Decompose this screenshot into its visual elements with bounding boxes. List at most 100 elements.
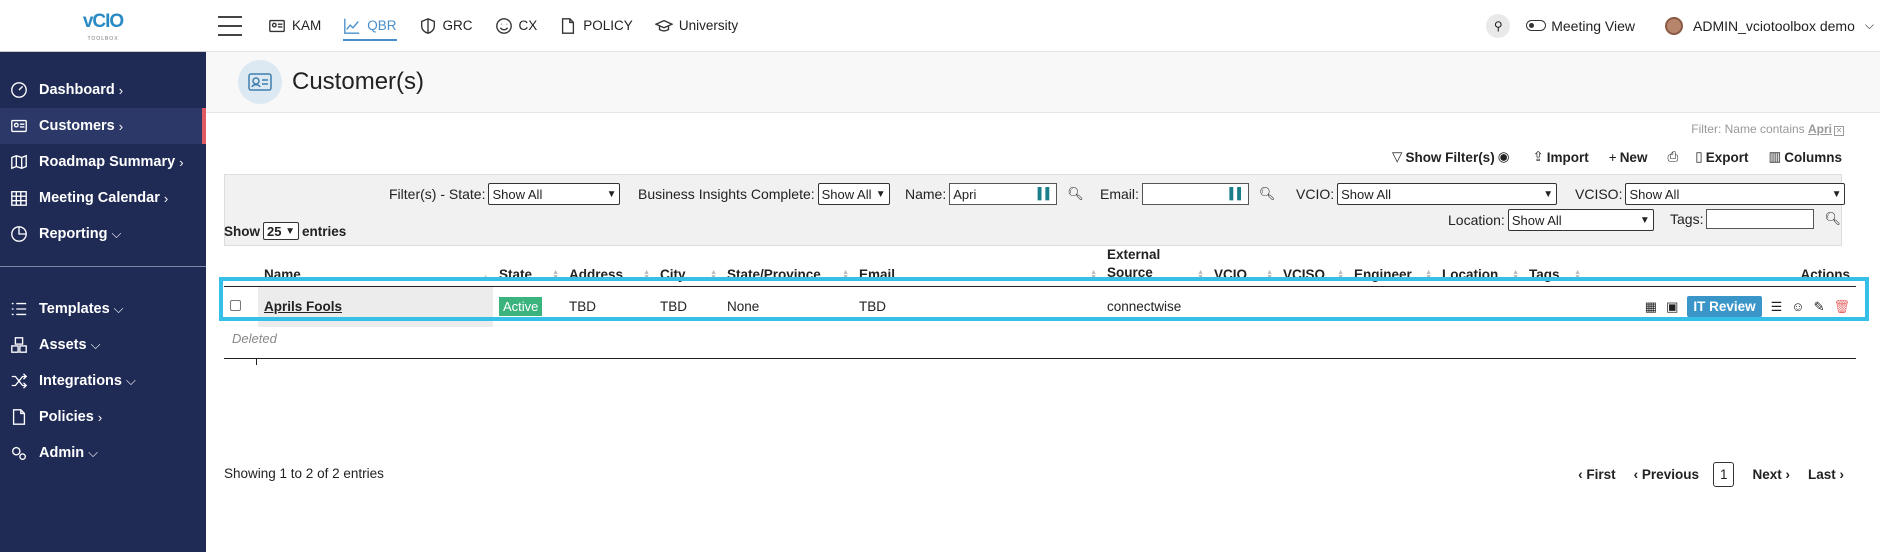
trash-icon[interactable]: 🗑︎ (1833, 299, 1850, 315)
current-page[interactable]: 1 (1712, 462, 1735, 487)
sidebar-item-admin[interactable]: Admin ⌵ (0, 435, 206, 471)
document-icon (562, 17, 575, 34)
search-icon[interactable]: 🔍︎ (1824, 211, 1841, 227)
state-cell: Active (493, 287, 563, 327)
sidebar-item-roadmap-summary[interactable]: Roadmap Summary › (0, 144, 206, 180)
name-input[interactable]: Apri ▌▌ (949, 183, 1058, 205)
user-menu[interactable]: ADMIN_vciotoolbox demo (1693, 18, 1855, 34)
first-page-button[interactable]: ‹ First (1578, 467, 1616, 482)
chevron-down-icon: ⌵ (125, 373, 136, 388)
column-header-actions: Actions (1585, 246, 1856, 287)
top-nav: KAM QBR GRC CX POLICY University (268, 0, 760, 52)
column-header-state-province[interactable]: State/Province ▲ ▼ (721, 246, 853, 287)
last-page-button[interactable]: Last › (1808, 467, 1844, 482)
main-content: Customer(s) Filter: Name contains Apri ✕ … (206, 52, 1880, 552)
calendar-icon[interactable]: ▦ (1645, 299, 1657, 315)
column-header-address[interactable]: Address ▲ ▼ (563, 246, 654, 287)
vcio-filter: VCIO: Show All ▼ (1296, 183, 1558, 205)
logo[interactable]: vCIO TOOLBOX (73, 6, 133, 46)
bi-select[interactable]: Show All ▼ (817, 183, 890, 205)
new-button[interactable]: + New (1609, 150, 1648, 165)
meeting-view-toggle[interactable]: Meeting View (1526, 18, 1635, 34)
top-nav-university[interactable]: University (654, 0, 738, 52)
entries-show-label: Show (224, 223, 260, 239)
printer-icon: ⎙ (1667, 149, 1679, 164)
sort-icon: ▲ ▼ (552, 269, 559, 281)
sidebar-item-customers[interactable]: Customers › (0, 108, 206, 144)
customer-name-link[interactable]: Aprils Fools (258, 286, 493, 327)
top-nav-grc[interactable]: GRC (419, 0, 473, 52)
column-header-email[interactable]: Email ▲ ▼ (853, 246, 1101, 287)
hamburger-menu-icon[interactable] (218, 15, 242, 36)
columns-icon: ▥ (1768, 149, 1782, 164)
column-header-vciso[interactable]: VCISO ▲ ▼ (1277, 246, 1348, 287)
column-header-name[interactable]: Name ▲ (258, 246, 493, 287)
top-nav-policy[interactable]: POLICY (559, 0, 633, 52)
column-header-engineer[interactable]: Engineer ▲ ▼ (1348, 246, 1436, 287)
email-filter: Email: ▌▌ 🔍︎ (1100, 183, 1275, 205)
vcio-select[interactable]: Show All ▼ (1337, 183, 1558, 205)
document-icon (9, 407, 29, 427)
graduation-cap-icon (654, 19, 673, 32)
sidebar-item-reporting[interactable]: Reporting ⌵ (0, 216, 206, 252)
search-icon[interactable]: 🔍︎ (1067, 186, 1084, 202)
column-header-label: State (499, 267, 533, 282)
column-header-location[interactable]: Location ▲ ▼ (1436, 246, 1523, 287)
tags-input[interactable] (1706, 209, 1815, 229)
sidebar-item-policies[interactable]: Policies › (0, 399, 206, 435)
column-header-state[interactable]: State ▲ ▼ (493, 246, 563, 287)
smile-icon (495, 17, 512, 34)
smile-icon[interactable]: ☺ (1791, 299, 1804, 314)
sidebar-item-dashboard[interactable]: Dashboard › (0, 72, 206, 108)
dashboard-icon (9, 80, 29, 100)
search-icon[interactable]: ⚲ (1486, 13, 1511, 38)
column-header-city[interactable]: City ▲ ▼ (654, 246, 721, 287)
columns-button[interactable]: ▥ Columns (1768, 149, 1842, 165)
sidebar-item-templates[interactable]: Templates ⌵ (0, 291, 206, 327)
list-icon[interactable]: ☰ (1771, 299, 1783, 315)
active-filter-note: Filter: Name contains Apri ✕ (1691, 122, 1844, 136)
actions-cell: ▦ ▣ IT Review ☰ ☺ ✎ 🗑︎ (1585, 287, 1856, 327)
column-header-tags[interactable]: Tags ▲ ▼ (1523, 246, 1585, 287)
meeting-view-label: Meeting View (1551, 17, 1636, 34)
avatar[interactable] (1665, 16, 1684, 35)
location-filter-label: Location: (1448, 212, 1505, 228)
export-button[interactable]: ▯ Export (1695, 149, 1748, 165)
sidebar-item-integrations[interactable]: Integrations ⌵ (0, 363, 206, 399)
print-button[interactable]: ⎙ (1667, 149, 1681, 165)
bi-select-value: Show All (821, 186, 872, 202)
vciso-cell (1277, 287, 1348, 327)
chevron-down-icon[interactable]: ⌵ (1865, 18, 1874, 33)
top-nav-qbr[interactable]: QBR (343, 0, 397, 52)
top-nav-kam[interactable]: KAM (268, 0, 321, 52)
previous-page-button[interactable]: ‹ Previous (1634, 467, 1699, 482)
chevron-down-icon: ⌵ (88, 445, 98, 460)
vciso-select[interactable]: Show All ▼ (1625, 183, 1846, 205)
column-header-label: Location (1442, 267, 1499, 282)
column-header-vcio[interactable]: VCIO ▲ ▼ (1208, 246, 1277, 287)
state-select[interactable]: Show All ▼ (488, 183, 621, 205)
email-input[interactable]: ▌▌ (1141, 183, 1249, 205)
chevron-down-icon: ▼ (1639, 214, 1650, 226)
it-review-button[interactable]: IT Review (1687, 296, 1762, 318)
search-icon[interactable]: 🔍︎ (1259, 186, 1276, 202)
import-button[interactable]: ⇪ Import (1532, 149, 1588, 165)
next-page-button[interactable]: Next › (1752, 467, 1790, 482)
vcio-filter-label: VCIO: (1296, 186, 1335, 202)
row-checkbox[interactable] (230, 300, 241, 312)
show-filters-label: Show Filter(s) (1405, 149, 1495, 165)
sidebar-item-meeting-calendar[interactable]: Meeting Calendar › (0, 180, 206, 216)
calendar-check-icon[interactable]: ▣ (1666, 299, 1678, 315)
sidebar-item-assets[interactable]: Assets ⌵ (0, 327, 206, 363)
show-filters-button[interactable]: ▽ Show Filter(s) ◉ (1392, 149, 1512, 165)
top-nav-cx[interactable]: CX (495, 0, 537, 52)
column-header-external-source[interactable]: External Source ▲ ▼ (1101, 246, 1208, 287)
external-source-cell: connectwise (1107, 299, 1182, 315)
column-header-label: State/Province (727, 267, 821, 282)
sort-icon: ▲ ▼ (1512, 269, 1519, 281)
location-select[interactable]: Show All ▼ (1507, 209, 1654, 231)
contact-card-icon (269, 19, 285, 32)
edit-icon[interactable]: ✎ (1814, 299, 1825, 315)
clear-filter-icon[interactable]: ✕ (1834, 126, 1844, 136)
entries-select[interactable]: 25 ▼ (263, 222, 299, 240)
